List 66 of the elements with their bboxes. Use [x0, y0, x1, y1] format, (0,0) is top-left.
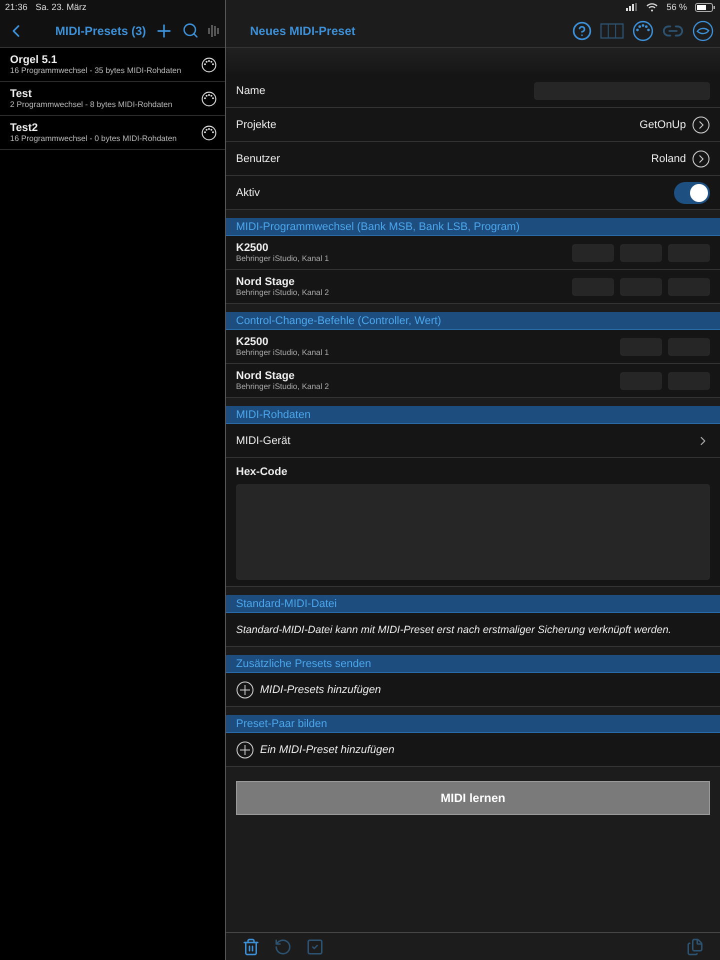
- section-title: Control-Change-Befehle (Controller, Wert): [236, 314, 442, 326]
- preset-title: Test2: [10, 122, 39, 134]
- search-button[interactable]: [182, 22, 199, 39]
- preset-title: Orgel 5.1: [10, 54, 58, 66]
- detail-title: Neues MIDI-Preset: [250, 24, 356, 38]
- status-time: 21:36: [5, 2, 28, 12]
- device-select-row[interactable]: MIDI-Gerät: [226, 424, 720, 458]
- field-label: Name: [236, 84, 266, 96]
- checkbox-icon: [306, 938, 324, 956]
- sync-icon: [692, 20, 714, 42]
- row-value: GetOnUp: [640, 118, 686, 130]
- add-presets-link[interactable]: MIDI-Presets hinzufügen: [260, 684, 382, 696]
- preset-list-item[interactable]: Orgel 5.1 16 Programmwechsel - 35 bytes MIDI-Rohdaten: [0, 48, 225, 82]
- section-title: Zusätzliche Presets senden: [236, 658, 372, 670]
- device-name: K2500: [236, 242, 270, 254]
- device-name: Nord Stage: [236, 370, 296, 382]
- add-preset-link[interactable]: Ein MIDI-Preset hinzufügen: [260, 744, 395, 756]
- midi-learn-button[interactable]: MIDI lernen: [236, 781, 710, 815]
- resize-handle-icon[interactable]: [207, 22, 219, 38]
- row-label: Projekte: [236, 118, 278, 130]
- midi-connector-icon: [201, 124, 217, 140]
- section-title: Standard-MIDI-Datei: [236, 598, 337, 610]
- device-port: Behringer iStudio, Kanal 2: [236, 382, 330, 391]
- battery-icon: [695, 2, 715, 12]
- toggle-switch[interactable]: [674, 182, 710, 204]
- row-label: Aktiv: [236, 186, 261, 198]
- row-value: Roland: [651, 152, 686, 164]
- midi-connector-icon: [201, 90, 217, 106]
- midi-connector-icon: [632, 20, 654, 42]
- hex-code-label: Hex-Code: [235, 465, 288, 480]
- preset-title: Test: [10, 88, 33, 100]
- chevron-circle-icon[interactable]: [692, 116, 710, 134]
- preset-summary: 16 Programmwechsel - 0 bytes MIDI-Rohdaten: [10, 134, 178, 143]
- row-label: Benutzer: [236, 152, 282, 164]
- info-text: Standard-MIDI-Datei kann mit MIDI-Preset erst nach erstmaliger Sicherung verknüpft werden.: [236, 624, 672, 636]
- help-icon: [572, 20, 592, 40]
- keyboard-icon: [600, 20, 624, 40]
- help-button[interactable]: [572, 20, 592, 40]
- search-icon: [182, 22, 199, 39]
- section-title: MIDI-Programmwechsel (Bank MSB, Bank LSB, Program): [236, 220, 520, 232]
- midi-button[interactable]: [632, 20, 654, 42]
- device-port: Behringer iStudio, Kanal 1: [236, 348, 330, 357]
- device-name: K2500: [236, 336, 270, 348]
- trash-button[interactable]: [242, 938, 260, 956]
- undo-icon: [274, 938, 292, 956]
- preset-list-item[interactable]: Test2 16 Programmwechsel - 0 bytes MIDI-Rohdaten: [0, 116, 225, 150]
- status-date: Sa. 23. März: [36, 2, 87, 12]
- section-title: MIDI-Rohdaten: [236, 408, 311, 420]
- copy-icon: [686, 938, 704, 956]
- device-port: Behringer iStudio, Kanal 1: [236, 254, 330, 263]
- midi-connector-icon: [201, 56, 217, 72]
- device-port: Behringer iStudio, Kanal 2: [236, 288, 330, 297]
- list-title: MIDI-Presets (3): [55, 24, 146, 38]
- device-name: Nord Stage: [236, 276, 296, 288]
- trash-icon: [242, 938, 260, 956]
- wifi-icon: [646, 2, 658, 12]
- signal-icon: [626, 3, 638, 11]
- preset-summary: 2 Programmwechsel - 8 bytes MIDI-Rohdaten: [10, 100, 174, 109]
- preset-list-item[interactable]: Test 2 Programmwechsel - 8 bytes MIDI-Rohdaten: [0, 82, 225, 116]
- add-circle-icon[interactable]: [236, 740, 254, 758]
- sync-button[interactable]: [692, 20, 714, 42]
- section-title: Preset-Paar bilden: [236, 718, 328, 730]
- battery-level: 56 %: [666, 2, 687, 12]
- chevron-circle-icon[interactable]: [692, 150, 710, 168]
- preset-summary: 16 Programmwechsel - 35 bytes MIDI-Rohdaten: [10, 66, 182, 75]
- add-circle-icon[interactable]: [236, 680, 254, 698]
